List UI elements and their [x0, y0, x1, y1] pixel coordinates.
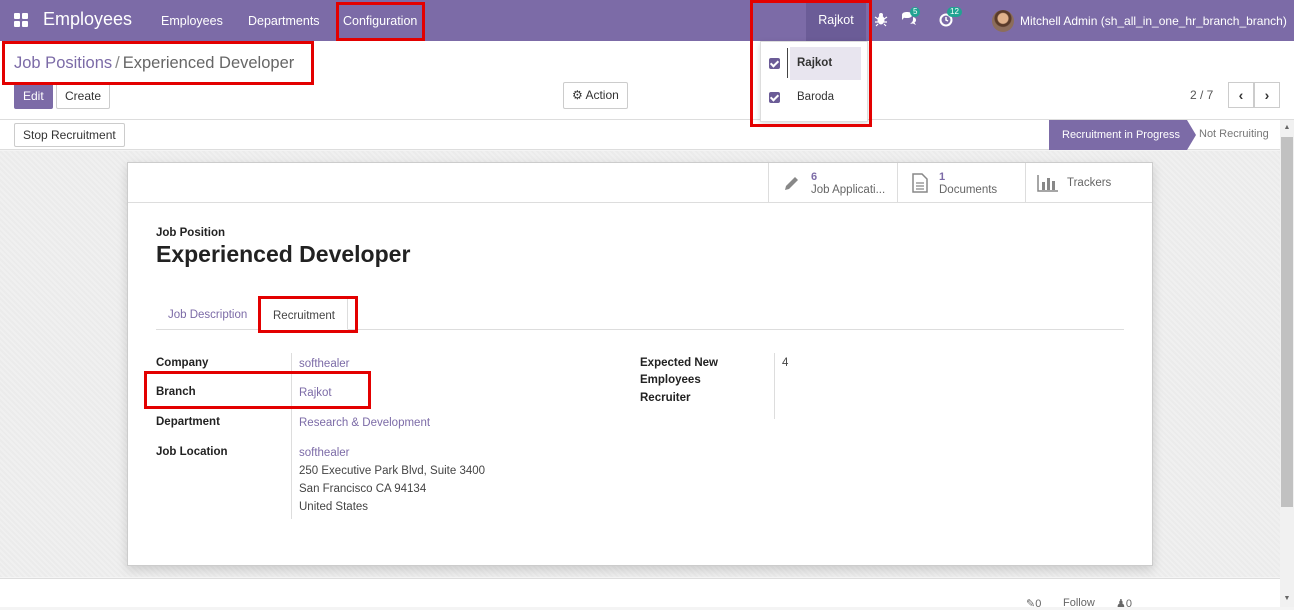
- smart-button-box: 6 Job Applicati... 1 Documents Trackers: [128, 163, 1152, 203]
- pencil-icon: [783, 174, 801, 195]
- stage-not-recruiting[interactable]: Not Recruiting: [1199, 128, 1269, 140]
- stop-recruitment-button[interactable]: Stop Recruitment: [14, 123, 125, 147]
- company-label: Company: [156, 357, 209, 369]
- messages-count-badge: 5: [910, 7, 921, 17]
- messages-icon[interactable]: 5: [901, 7, 921, 29]
- gear-icon: ⚙: [572, 88, 583, 102]
- highlight-box-recruitment-tab: [258, 296, 358, 333]
- trackers-label: Trackers: [1067, 177, 1112, 189]
- documents-label: Documents: [939, 184, 998, 196]
- job-location-label: Job Location: [156, 446, 228, 458]
- job-position-title: Experienced Developer: [156, 241, 411, 267]
- recruiter-label: Recruiter: [640, 392, 691, 404]
- pager-previous-button[interactable]: ‹: [1228, 82, 1254, 108]
- follow-button[interactable]: Follow: [1063, 597, 1095, 609]
- form-statusbar: Stop Recruitment Recruitment in Progress…: [0, 120, 1280, 150]
- person-icon: ♟: [1116, 598, 1126, 610]
- highlight-box-configuration: [336, 2, 425, 41]
- field-divider-right: [774, 353, 775, 419]
- app-title[interactable]: Employees: [43, 9, 132, 30]
- expected-employees-value[interactable]: 4: [782, 357, 788, 369]
- user-avatar[interactable]: [992, 10, 1014, 32]
- address-line-3: United States: [299, 501, 369, 513]
- activities-count-badge: 12: [947, 7, 962, 17]
- company-value[interactable]: softhealer: [299, 358, 350, 370]
- job-applications-button[interactable]: 6 Job Applicati...: [768, 163, 897, 203]
- highlight-box-branch-switcher: [750, 0, 872, 127]
- user-menu[interactable]: Mitchell Admin (sh_all_in_one_hr_branch_…: [1020, 14, 1287, 28]
- highlight-box-branch-field: [144, 371, 371, 409]
- action-button[interactable]: ⚙ Action: [563, 82, 628, 109]
- activities-icon[interactable]: 12: [938, 7, 962, 29]
- expected-employees-label-line1: Expected New: [640, 357, 718, 369]
- form-sheet: 6 Job Applicati... 1 Documents Trackers …: [127, 162, 1153, 566]
- highlight-box-breadcrumb: [2, 41, 314, 85]
- address-line-2: San Francisco CA 94134: [299, 483, 427, 495]
- department-label: Department: [156, 416, 220, 428]
- tab-job-description[interactable]: Job Description: [156, 297, 259, 330]
- paperclip-icon: ✎: [1026, 598, 1036, 610]
- attachments-count: 0: [1035, 598, 1042, 610]
- followers-button[interactable]: ♟0: [1116, 597, 1132, 610]
- expected-employees-label-line2: Employees: [640, 374, 701, 386]
- applications-label: Job Applicati...: [811, 184, 886, 196]
- pager-next-button[interactable]: ›: [1254, 82, 1280, 108]
- pager-value: 2 / 7: [1190, 88, 1214, 102]
- action-label: Action: [585, 88, 619, 102]
- bar-chart-icon: [1037, 174, 1059, 195]
- scroll-up-arrow[interactable]: ▲: [1280, 121, 1294, 135]
- bug-icon[interactable]: [873, 11, 891, 29]
- create-button[interactable]: Create: [56, 83, 111, 109]
- address-line-1: 250 Executive Park Blvd, Suite 3400: [299, 465, 486, 477]
- job-location-value[interactable]: softhealer: [299, 447, 350, 459]
- chatter-bar: ✎0 Follow ♟0: [0, 578, 1280, 610]
- menu-departments[interactable]: Departments: [248, 14, 320, 28]
- job-position-label: Job Position: [156, 227, 225, 239]
- applications-count: 6: [811, 171, 818, 183]
- documents-button[interactable]: 1 Documents: [897, 163, 1025, 203]
- top-navbar: Employees Employees Departments Configur…: [0, 0, 1294, 41]
- department-value[interactable]: Research & Development: [299, 417, 430, 429]
- attachments-button[interactable]: ✎0: [1026, 597, 1041, 610]
- edit-button[interactable]: Edit: [14, 83, 53, 109]
- followers-count: 0: [1125, 598, 1132, 610]
- documents-count: 1: [939, 171, 946, 183]
- trackers-button[interactable]: Trackers: [1025, 163, 1152, 203]
- scroll-down-arrow[interactable]: ▼: [1280, 592, 1294, 606]
- stage-recruitment-in-progress[interactable]: Recruitment in Progress: [1049, 120, 1196, 150]
- document-icon: [912, 173, 928, 196]
- apps-grid-icon[interactable]: [14, 13, 29, 28]
- scrollbar-thumb[interactable]: [1281, 137, 1293, 507]
- menu-employees[interactable]: Employees: [161, 14, 223, 28]
